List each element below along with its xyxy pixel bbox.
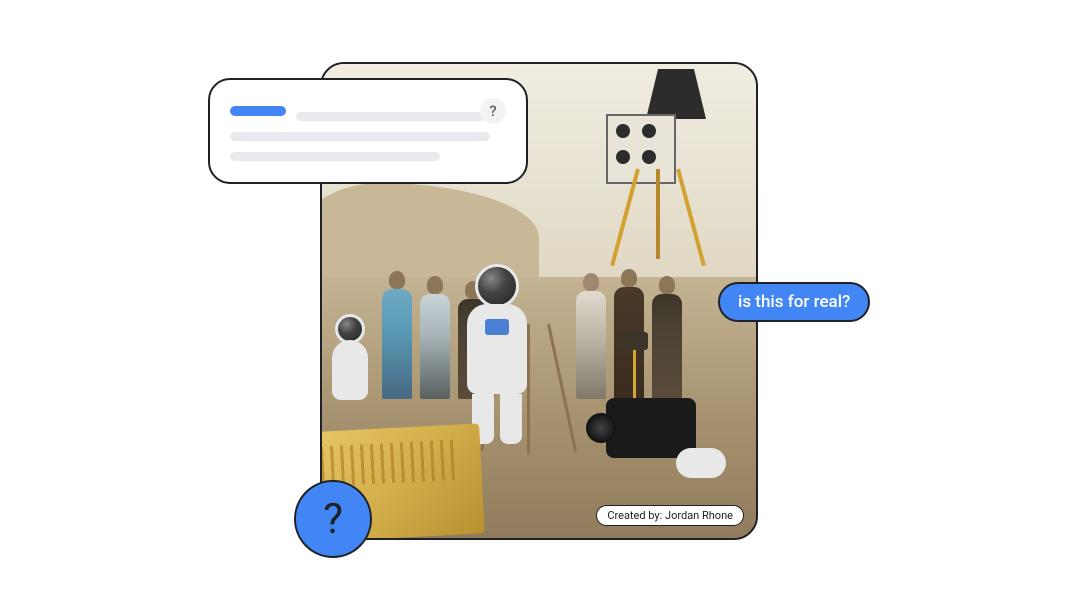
astronaut-background [330, 314, 370, 434]
credit-author: Jordan Rhone [665, 509, 733, 522]
card-text-placeholder [230, 152, 440, 161]
camera-rig [586, 378, 726, 478]
astronaut-foreground [462, 264, 532, 444]
image-credit: Created by: Jordan Rhone [596, 505, 744, 526]
card-text-placeholder [296, 112, 486, 121]
user-speech-bubble: is this for real? [718, 282, 870, 322]
card-title-placeholder [230, 106, 286, 116]
light-stand-head [620, 332, 648, 350]
lunar-lander-prop [606, 69, 746, 269]
card-text-placeholder [230, 132, 490, 141]
speech-text: is this for real? [738, 292, 850, 312]
question-mark-icon: ? [323, 495, 343, 544]
credit-prefix: Created by: [607, 509, 665, 522]
question-badge[interactable]: ? [294, 480, 372, 558]
help-icon[interactable]: ? [480, 98, 506, 124]
about-this-image-card[interactable]: ? [208, 78, 528, 184]
